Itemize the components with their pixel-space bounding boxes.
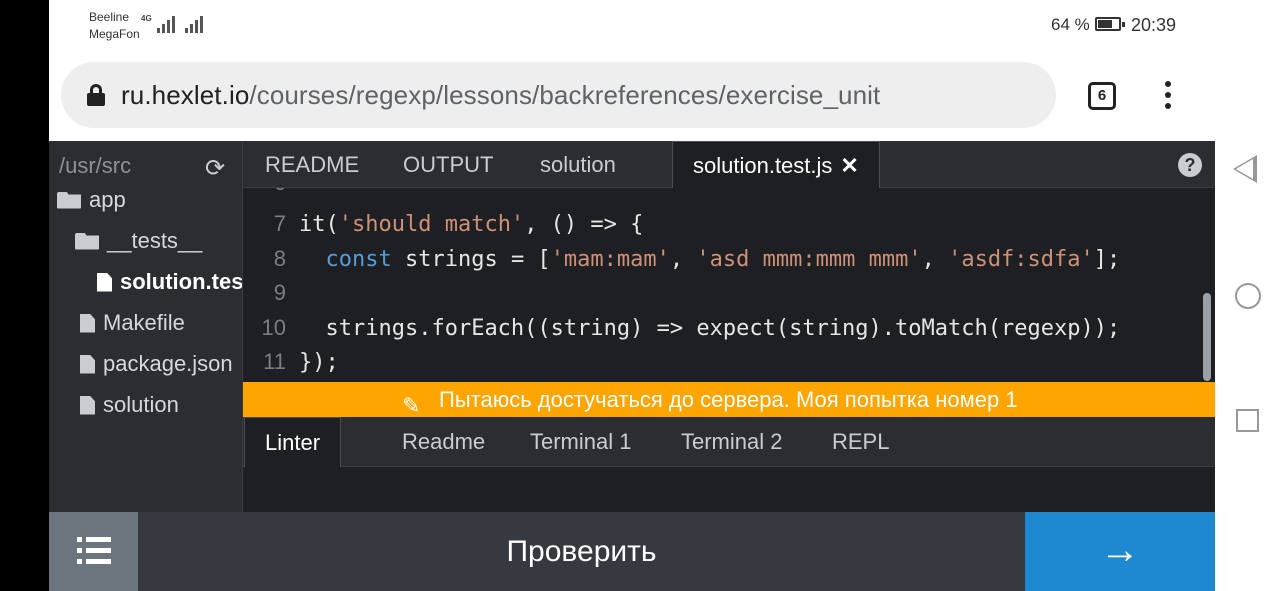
tree-item-label: __tests__ <box>107 228 203 253</box>
screen-bezel <box>0 0 49 591</box>
more-menu-icon[interactable] <box>1163 81 1173 111</box>
code-line: 9 <box>273 280 286 305</box>
tree-file-solution-test[interactable]: solution.test.js <box>97 269 243 295</box>
code-line: 6 <box>243 188 299 200</box>
tree-file-solution[interactable]: solution <box>80 392 179 418</box>
code-line: 7 it('should match', () => { <box>273 211 644 237</box>
bottom-tabs: Linter Readme Terminal 1 Terminal 2 REPL <box>243 417 1215 467</box>
tab-output[interactable]: OUTPUT <box>403 141 493 188</box>
tree-file-makefile[interactable]: Makefile <box>80 310 185 336</box>
carrier-2: MegaFon <box>89 27 140 41</box>
tab-terminal-1[interactable]: Terminal 1 <box>530 417 631 467</box>
editor: README OUTPUT solution solution.test.js ✕… <box>243 141 1215 512</box>
tree-item-label: solution <box>103 392 179 417</box>
file-tree: /usr/src ⟳ app __tests__ solution.test.j… <box>49 141 243 512</box>
lock-icon <box>87 84 105 106</box>
editor-tabs: README OUTPUT solution solution.test.js ✕… <box>243 141 1215 188</box>
editor-scrollbar[interactable] <box>1203 293 1211 381</box>
phone-screen: Beeline MegaFon 4G 64 % 20:39 ru.hexlet.… <box>49 0 1215 591</box>
signal-icon <box>157 15 175 33</box>
browser-toolbar: ru.hexlet.io/courses/regexp/lessons/back… <box>49 50 1215 141</box>
android-nav-bar <box>1215 0 1280 591</box>
signal-icon <box>185 15 203 33</box>
tab-solution-test[interactable]: solution.test.js ✕ <box>672 141 880 188</box>
tree-item-label: app <box>89 187 126 212</box>
carrier-1: Beeline <box>89 10 130 24</box>
status-bar: Beeline MegaFon 4G 64 % 20:39 <box>49 0 1215 50</box>
folder-open-icon <box>57 191 81 209</box>
code-line: 8 const strings = ['mam:mam', 'asd mmm:m… <box>273 246 1121 272</box>
clock: 20:39 <box>1131 15 1177 35</box>
tab-label: solution.test.js <box>693 153 833 178</box>
tree-item-label: solution.test.js <box>120 269 243 294</box>
tab-terminal-2[interactable]: Terminal 2 <box>681 417 782 467</box>
tab-readme[interactable]: README <box>265 141 359 188</box>
carrier-names: Beeline MegaFon <box>89 9 140 43</box>
address-bar[interactable]: ru.hexlet.io/courses/regexp/lessons/back… <box>61 62 1056 128</box>
tree-item-label: package.json <box>103 351 233 376</box>
code-area[interactable]: 6 7it('should match', () => { 8 const st… <box>243 188 1215 382</box>
linter-panel <box>243 467 1215 512</box>
file-icon <box>80 395 95 415</box>
tab-switcher-button[interactable]: 6 <box>1088 82 1116 110</box>
next-arrow-button[interactable]: → <box>1025 512 1215 591</box>
tab-solution[interactable]: solution <box>540 141 616 188</box>
home-icon[interactable] <box>1235 283 1261 309</box>
action-bar: Проверить → <box>49 512 1215 591</box>
connection-banner: ✎ Пытаюсь достучаться до сервера. Моя по… <box>243 382 1215 418</box>
close-icon[interactable]: ✕ <box>840 153 858 178</box>
check-button[interactable]: Проверить <box>138 512 1025 591</box>
network-type: 4G <box>141 14 152 23</box>
tab-linter[interactable]: Linter <box>244 417 342 467</box>
ide: /usr/src ⟳ app __tests__ solution.test.j… <box>49 141 1215 512</box>
tab-readme-panel[interactable]: Readme <box>402 417 485 467</box>
list-icon <box>77 537 111 565</box>
tree-item-label: Makefile <box>103 310 185 335</box>
folder-open-icon <box>75 232 99 250</box>
banner-text: Пытаюсь достучаться до сервера. Моя попы… <box>439 387 1018 412</box>
battery-percent: 64 % <box>1051 15 1090 34</box>
back-icon[interactable] <box>1233 155 1257 183</box>
tab-repl[interactable]: REPL <box>832 417 889 467</box>
file-icon <box>97 272 112 292</box>
tree-folder-tests[interactable]: __tests__ <box>75 228 202 254</box>
code-line: 11}); <box>263 349 339 375</box>
recent-apps-icon[interactable] <box>1236 409 1259 432</box>
lesson-list-button[interactable] <box>49 512 138 591</box>
file-icon <box>80 354 95 374</box>
url-text[interactable]: ru.hexlet.io/courses/regexp/lessons/back… <box>121 80 880 111</box>
tree-folder-app[interactable]: app <box>57 187 126 213</box>
refresh-icon[interactable]: ⟳ <box>205 154 225 183</box>
battery-icon <box>1095 17 1125 31</box>
file-icon <box>80 313 95 333</box>
tree-file-package-json[interactable]: package.json <box>80 351 233 377</box>
file-tree-root: /usr/src <box>59 153 132 178</box>
help-icon[interactable]: ? <box>1178 153 1202 177</box>
url-host: ru.hexlet.io <box>121 80 250 110</box>
code-line: 10 strings.forEach((string) => expect(st… <box>261 315 1121 341</box>
url-path: /courses/regexp/lessons/backreferences/e… <box>249 80 881 110</box>
